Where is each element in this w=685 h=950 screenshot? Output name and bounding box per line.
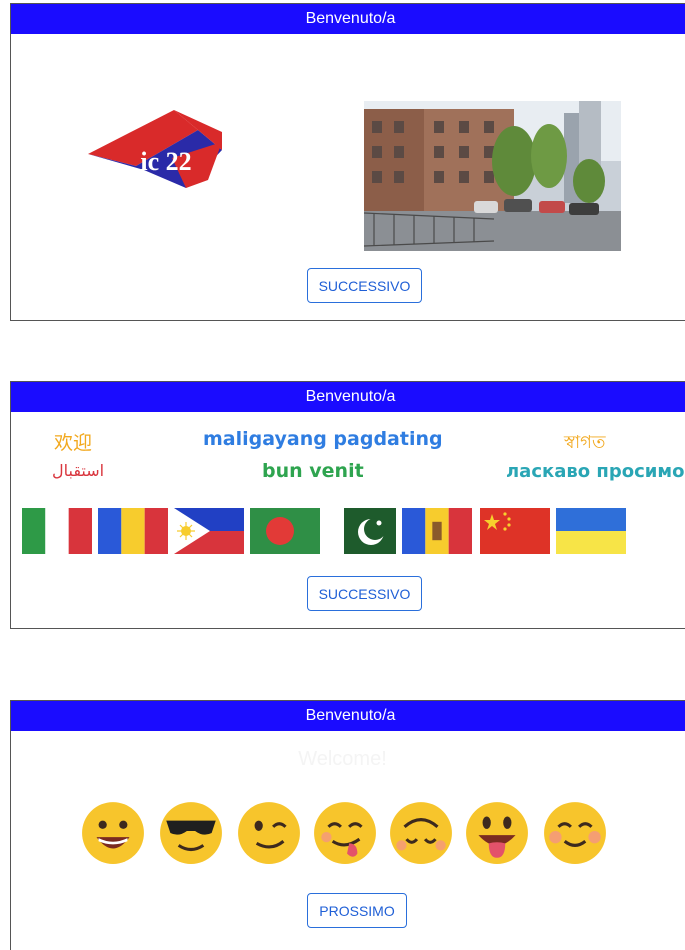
china-flag <box>480 508 550 554</box>
moldova-flag <box>402 508 472 554</box>
tongue-face-icon <box>464 800 530 866</box>
next-button-2[interactable]: SUCCESSIVO <box>307 576 422 611</box>
upside-down-face-icon <box>388 800 454 866</box>
panel-3-header: Benvenuto/a <box>11 701 685 731</box>
romania-flag <box>98 508 168 554</box>
school-building-photo <box>364 101 621 251</box>
welcome-title: Welcome! <box>298 748 387 770</box>
panel-2-header: Benvenuto/a <box>11 382 685 412</box>
sunglasses-face-icon <box>158 800 224 866</box>
winking-face-icon <box>236 800 302 866</box>
next-button-3[interactable]: PROSSIMO <box>307 893 407 928</box>
welcome-arabic: استقبال <box>52 461 105 480</box>
italy-flag <box>22 508 92 554</box>
pakistan-flag <box>326 508 396 554</box>
logo-text: ic 22 <box>140 147 191 176</box>
bangladesh-flag <box>250 508 320 554</box>
welcome-romanian: bun venit <box>262 460 364 482</box>
tongue-out-face-icon <box>312 800 378 866</box>
welcome-bengali: স্বাগত <box>564 432 606 453</box>
grinning-face-icon <box>80 800 146 866</box>
panel-1-header: Benvenuto/a <box>11 4 685 34</box>
welcome-filipino: maligayang pagdating <box>203 428 443 450</box>
philippines-flag <box>174 508 244 554</box>
blushing-face-icon <box>542 800 608 866</box>
welcome-ukrainian: ласкаво просимо <box>506 461 685 482</box>
ukraine-flag <box>556 508 626 554</box>
welcome-chinese: 欢迎 <box>54 432 93 454</box>
school-logo: ic 22 <box>86 108 224 192</box>
next-button-1[interactable]: SUCCESSIVO <box>307 268 422 303</box>
